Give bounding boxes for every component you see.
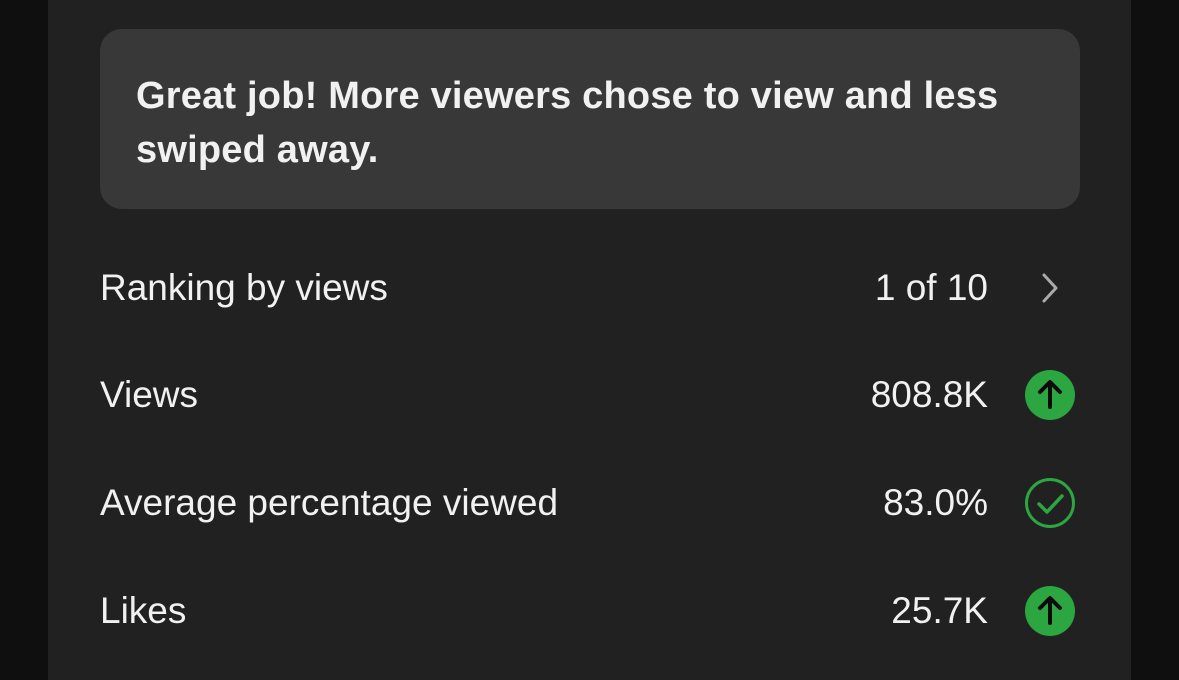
- likes-row: Likes 25.7K: [100, 581, 1080, 641]
- chevron-right-icon[interactable]: [1024, 262, 1076, 314]
- ranking-row[interactable]: Ranking by views 1 of 10: [100, 258, 1080, 318]
- likes-label: Likes: [100, 590, 187, 631]
- avg-percentage-viewed-label: Average percentage viewed: [100, 482, 559, 523]
- avg-percentage-viewed-value: 83.0%: [883, 482, 988, 523]
- avg-percentage-viewed-row: Average percentage viewed 83.0%: [100, 473, 1080, 533]
- views-label: Views: [100, 374, 199, 415]
- arrow-up-circle-icon: [1024, 369, 1076, 421]
- feedback-message: Great job! More viewers chose to view an…: [136, 75, 999, 171]
- check-circle-icon: [1024, 477, 1076, 529]
- views-value: 808.8K: [870, 374, 988, 415]
- analytics-panel: Great job! More viewers chose to view an…: [48, 0, 1131, 680]
- ranking-value: 1 of 10: [874, 267, 988, 308]
- ranking-label: Ranking by views: [100, 267, 388, 308]
- views-row: Views 808.8K: [100, 365, 1080, 425]
- feedback-card: Great job! More viewers chose to view an…: [100, 29, 1080, 209]
- likes-value: 25.7K: [891, 590, 988, 631]
- arrow-up-circle-icon: [1024, 585, 1076, 637]
